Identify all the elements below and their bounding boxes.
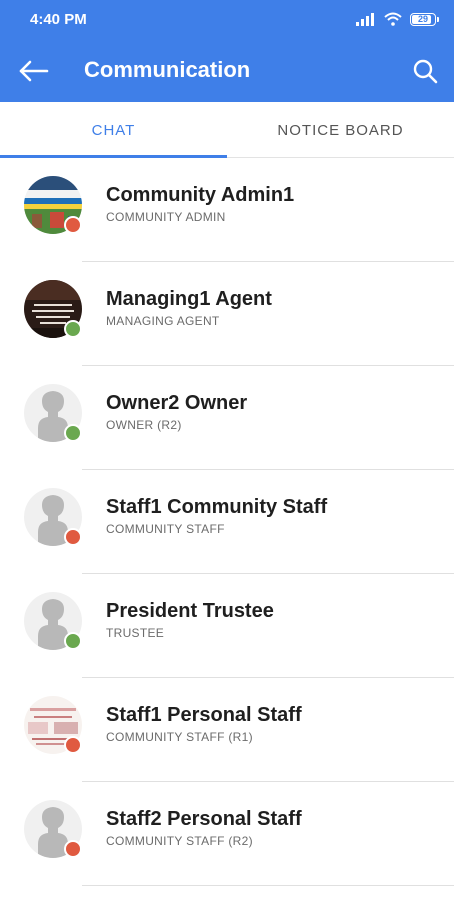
contact-role: TRUSTEE — [106, 626, 165, 640]
tab-bar: CHAT NOTICE BOARD — [0, 102, 454, 158]
contact-role: MANAGING AGENT — [106, 314, 220, 328]
status-icons: 29 — [356, 10, 439, 28]
contact-name: Managing1 Agent — [106, 288, 272, 310]
presence-indicator-online — [64, 320, 82, 338]
arrow-left-icon — [19, 60, 49, 82]
presence-indicator-offline — [64, 736, 82, 754]
chat-item-managing1-agent[interactable]: Managing1 Agent MANAGING AGENT — [0, 262, 454, 366]
contact-role: OWNER (R2) — [106, 418, 182, 432]
chat-item-staff1-personal-staff[interactable]: Staff1 Personal Staff COMMUNITY STAFF (R… — [0, 678, 454, 782]
status-bar: 4:40 PM 29 — [0, 0, 454, 38]
presence-indicator-online — [64, 632, 82, 650]
presence-indicator-offline — [64, 528, 82, 546]
contact-name: Community Admin1 — [106, 184, 295, 206]
chat-list: Community Admin1 COMMUNITY ADMIN Managin… — [0, 158, 454, 886]
battery-level-text: 29 — [417, 14, 428, 24]
app-screen: 4:40 PM 29 Communication CHAT NOTICE BOA… — [0, 0, 454, 900]
contact-name: Staff2 Personal Staff — [106, 808, 302, 830]
search-button[interactable] — [408, 53, 442, 89]
presence-indicator-offline — [64, 840, 82, 858]
contact-role: COMMUNITY STAFF (R1) — [106, 730, 253, 744]
chat-item-president-trustee[interactable]: President Trustee TRUSTEE — [0, 574, 454, 678]
chat-item-community-admin1[interactable]: Community Admin1 COMMUNITY ADMIN — [0, 158, 454, 262]
contact-role: COMMUNITY STAFF — [106, 522, 225, 536]
contact-name: President Trustee — [106, 600, 274, 622]
top-bar: 4:40 PM 29 Communication — [0, 0, 454, 102]
tab-chat-label: CHAT — [91, 121, 136, 139]
search-icon — [413, 59, 438, 84]
contact-name: Staff1 Community Staff — [106, 496, 328, 518]
chat-item-staff1-community-staff[interactable]: Staff1 Community Staff COMMUNITY STAFF — [0, 470, 454, 574]
tab-notice-board-label: NOTICE BOARD — [277, 121, 404, 139]
tab-notice-board[interactable]: NOTICE BOARD — [227, 102, 454, 158]
divider — [82, 885, 454, 886]
contact-name: Staff1 Personal Staff — [106, 704, 302, 726]
chat-item-staff2-personal-staff[interactable]: Staff2 Personal Staff COMMUNITY STAFF (R… — [0, 782, 454, 886]
wifi-icon — [384, 12, 402, 26]
page-title: Communication — [84, 57, 251, 82]
contact-name: Owner2 Owner — [106, 392, 248, 414]
contact-role: COMMUNITY ADMIN — [106, 210, 226, 224]
back-button[interactable] — [14, 53, 52, 89]
signal-icon — [356, 12, 374, 26]
presence-indicator-offline — [64, 216, 82, 234]
contact-role: COMMUNITY STAFF (R2) — [106, 834, 253, 848]
presence-indicator-online — [64, 424, 82, 442]
status-time: 4:40 PM — [30, 11, 87, 28]
chat-item-owner2-owner[interactable]: Owner2 Owner OWNER (R2) — [0, 366, 454, 470]
battery-icon: 29 — [410, 12, 439, 26]
tab-chat[interactable]: CHAT — [0, 102, 227, 158]
app-bar: Communication — [0, 40, 454, 102]
